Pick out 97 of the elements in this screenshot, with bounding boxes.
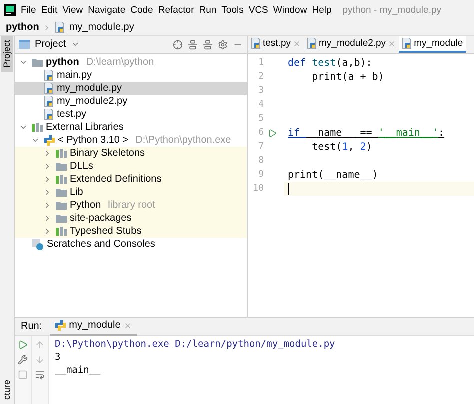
caret-down-icon[interactable] — [71, 40, 80, 49]
library-icon — [56, 227, 67, 236]
close-icon[interactable] — [293, 40, 301, 48]
close-icon[interactable] — [388, 40, 396, 48]
run-tab[interactable]: my_module — [50, 317, 137, 336]
run-label: Run: — [21, 321, 42, 332]
chevron-down-icon[interactable] — [19, 123, 28, 132]
editor-tab[interactable]: my_module — [399, 36, 466, 53]
library-icon — [32, 123, 43, 132]
chevron-right-icon[interactable] — [43, 188, 52, 197]
menu-item[interactable]: Navigate — [88, 4, 126, 16]
wrap-icon[interactable] — [35, 370, 45, 380]
close-icon[interactable] — [124, 322, 132, 330]
line-number: 2 — [258, 72, 264, 82]
tree-item[interactable]: Binary Skeletons — [15, 147, 247, 160]
editor-tab[interactable]: my_module2.py — [304, 36, 400, 53]
tree-item[interactable]: Typeshed Stubs — [15, 225, 247, 238]
menu-item[interactable]: Edit — [41, 4, 58, 16]
code-line: if __name__ == '__main__': — [287, 128, 445, 138]
menu-item[interactable]: Window — [273, 4, 308, 16]
expand-icon[interactable] — [203, 40, 213, 50]
folder-icon — [56, 201, 67, 210]
line-number: 10 — [252, 184, 264, 194]
tree-item[interactable]: < Python 3.10 > D:\Python\python.exe — [15, 134, 247, 147]
tree-item[interactable]: External Libraries — [15, 121, 247, 134]
chevron-right-icon[interactable] — [43, 175, 52, 184]
menu-item[interactable]: Help — [312, 4, 332, 16]
run-icon[interactable] — [268, 128, 277, 138]
console-line: __main__ — [55, 365, 102, 376]
tree-item[interactable]: Python library root — [15, 199, 247, 212]
python-file-icon — [44, 109, 54, 120]
python-logo-icon — [55, 320, 66, 331]
library-icon — [56, 175, 67, 184]
scratches-icon — [32, 238, 44, 250]
folder-icon — [56, 214, 67, 223]
settings-icon[interactable] — [218, 40, 228, 50]
code-line: print(a + b) — [311, 72, 384, 82]
python-file-icon — [402, 38, 412, 49]
code-line: test(1, 2) — [311, 142, 372, 152]
window-title: python - my_module.py — [342, 4, 442, 16]
tree-item[interactable]: Scratches and Consoles — [15, 238, 247, 251]
tree-item[interactable]: test.py — [15, 108, 247, 121]
folder-icon — [32, 58, 43, 67]
tree-item[interactable]: my_module.py — [15, 82, 247, 95]
code-line: print(__name__) — [287, 170, 378, 180]
library-icon — [56, 149, 67, 158]
python-logo-icon — [44, 135, 55, 146]
tree-item[interactable]: python D:\learn\python — [15, 56, 247, 69]
folder-icon — [56, 162, 67, 171]
project-tool-tab[interactable]: Project — [1, 36, 13, 72]
panel-title[interactable]: Project — [35, 39, 66, 50]
breadcrumb-item[interactable]: my_module.py — [69, 22, 134, 33]
tree-item[interactable]: main.py — [15, 69, 247, 82]
chevron-right-icon[interactable] — [43, 162, 52, 171]
locate-icon[interactable] — [173, 40, 183, 50]
menu-item[interactable]: File — [21, 4, 36, 16]
menu-item[interactable]: Run — [199, 4, 217, 16]
menu-item[interactable]: Tools — [222, 4, 244, 16]
console-line: D:\Python\python.exe D:/learn/python/my_module.py — [55, 339, 336, 350]
line-number: 6 — [258, 128, 264, 138]
line-number: 3 — [258, 86, 264, 96]
chevron-down-icon[interactable] — [31, 136, 40, 145]
folder-icon — [56, 188, 67, 197]
chevron-right-icon[interactable] — [43, 227, 52, 236]
chevron-right-icon[interactable] — [43, 201, 52, 210]
console-line: 3 — [55, 352, 62, 363]
python-file-icon — [44, 83, 54, 94]
breadcrumb-item[interactable]: python — [6, 22, 40, 33]
tree-item[interactable]: Extended Definitions — [15, 173, 247, 186]
app-logo-icon — [4, 4, 16, 16]
line-number: 5 — [258, 114, 264, 124]
chevron-down-icon[interactable] — [19, 58, 28, 67]
structure-tool-tab[interactable]: cture — [1, 376, 13, 404]
collapse-icon[interactable] — [188, 40, 198, 50]
line-number: 7 — [258, 142, 264, 152]
menu-item[interactable]: Code — [130, 4, 154, 16]
line-number: 4 — [258, 100, 264, 110]
editor-tab[interactable]: test.py — [248, 36, 304, 53]
panel-icon — [19, 40, 30, 49]
line-number: 9 — [258, 170, 264, 180]
tree-item[interactable]: DLLs — [15, 160, 247, 173]
text-cursor — [288, 183, 289, 195]
python-file-icon — [44, 96, 54, 107]
run-icon[interactable] — [18, 340, 28, 350]
menu-item[interactable]: View — [62, 4, 84, 16]
code-line: def test(a,b): — [287, 58, 372, 68]
line-number: 1 — [258, 58, 264, 68]
tree-item[interactable]: my_module2.py — [15, 95, 247, 108]
wrench-icon[interactable] — [18, 355, 28, 365]
python-file-icon — [44, 70, 54, 81]
line-number: 8 — [258, 156, 264, 166]
tree-item[interactable]: site-packages — [15, 212, 247, 225]
chevron-right-icon[interactable] — [43, 149, 52, 158]
menu-item[interactable]: Refactor — [158, 4, 194, 16]
chevron-right-icon[interactable] — [43, 214, 52, 223]
tree-item[interactable]: Lib — [15, 186, 247, 199]
menu-item[interactable]: VCS — [248, 4, 268, 16]
